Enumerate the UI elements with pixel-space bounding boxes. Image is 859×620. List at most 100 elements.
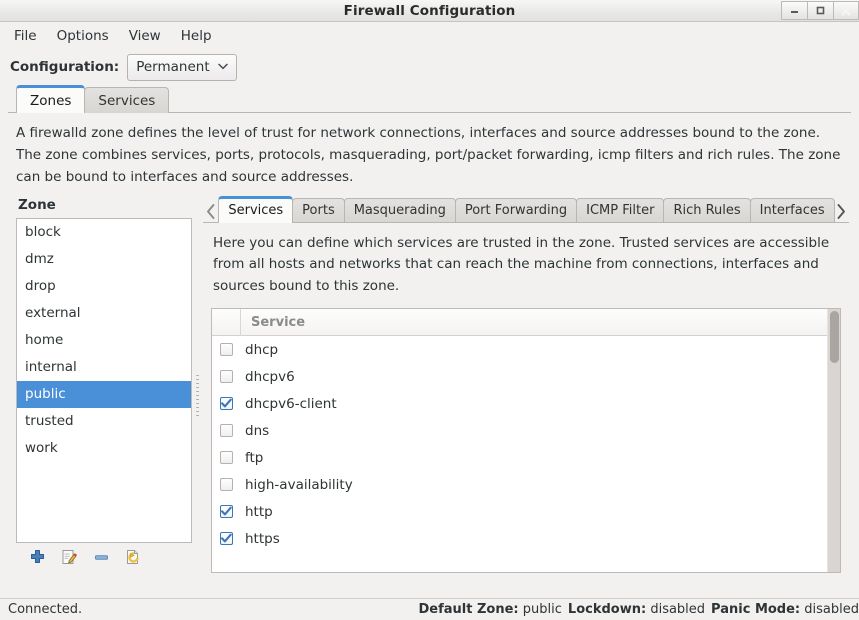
remove-zone-icon[interactable] [92, 549, 110, 567]
main-tabbar: Zones Services [8, 85, 851, 113]
window-title: Firewall Configuration [344, 3, 516, 19]
zone-item-label: internal [25, 359, 77, 375]
checkbox-unchecked-icon[interactable] [220, 478, 233, 491]
service-checkbox-cell[interactable] [212, 397, 241, 410]
service-checkbox-cell[interactable] [212, 424, 241, 437]
checkbox-unchecked-icon[interactable] [220, 424, 233, 437]
maximize-icon [816, 6, 825, 15]
checkbox-checked-icon[interactable] [220, 397, 233, 410]
main-notebook: Zones Services A firewalld zone defines … [8, 85, 851, 580]
zone-item-external[interactable]: external [17, 300, 191, 327]
table-row[interactable]: dhcpv6-client [212, 390, 827, 417]
table-row[interactable]: https [212, 525, 827, 552]
close-button[interactable] [833, 1, 859, 20]
splitter-grip-icon [196, 375, 199, 419]
lockdown-status: Lockdown: disabled [568, 602, 705, 617]
zone-item-public[interactable]: public [17, 381, 191, 408]
tab-rich-rules[interactable]: Rich Rules [663, 198, 750, 223]
default-zone-value: public [523, 602, 562, 617]
table-row[interactable]: dhcpv6 [212, 363, 827, 390]
tab-zones-label: Zones [30, 93, 71, 109]
services-panel: Here you can define which services are t… [203, 222, 849, 573]
panic-mode-value: disabled [804, 602, 859, 617]
add-zone-icon[interactable] [28, 549, 46, 567]
zone-detail-tabbar: Services Ports Masquerading Port Forward… [203, 195, 849, 223]
checkbox-unchecked-icon[interactable] [220, 451, 233, 464]
tab-ports[interactable]: Ports [292, 198, 345, 223]
zone-list[interactable]: block dmz drop external home internal pu… [16, 218, 192, 543]
tab-port-forwarding-label: Port Forwarding [465, 203, 567, 218]
table-row[interactable]: high-availability [212, 471, 827, 498]
panic-mode-label: Panic Mode: [711, 602, 800, 617]
service-checkbox-cell[interactable] [212, 505, 241, 518]
load-zone-defaults-icon[interactable] [124, 549, 142, 567]
service-checkbox-cell[interactable] [212, 451, 241, 464]
services-scrollbar-thumb[interactable] [830, 311, 839, 363]
service-name: ftp [241, 450, 263, 466]
tab-ports-label: Ports [302, 203, 335, 218]
tab-services-top[interactable]: Services [84, 87, 169, 113]
status-summary: Default Zone: public Lockdown: disabled … [419, 602, 859, 617]
menu-item-view[interactable]: View [119, 25, 171, 47]
zone-item-block[interactable]: block [17, 219, 191, 246]
service-checkbox-cell[interactable] [212, 370, 241, 383]
connection-status: Connected. [0, 602, 82, 617]
table-row[interactable]: http [212, 498, 827, 525]
tab-port-forwarding[interactable]: Port Forwarding [455, 198, 577, 223]
configuration-select[interactable]: Permanent [127, 54, 236, 81]
zone-item-trusted[interactable]: trusted [17, 408, 191, 435]
configuration-label: Configuration: [10, 59, 119, 75]
chevron-left-icon[interactable] [203, 203, 218, 223]
zone-item-label: dmz [25, 251, 54, 267]
minimize-button[interactable] [781, 1, 807, 20]
table-row[interactable]: dns [212, 417, 827, 444]
checkbox-checked-icon[interactable] [220, 505, 233, 518]
checkbox-unchecked-icon[interactable] [220, 370, 233, 383]
edit-zone-icon[interactable] [60, 549, 78, 567]
zone-item-home[interactable]: home [17, 327, 191, 354]
service-name: dns [241, 423, 269, 439]
close-icon [841, 6, 851, 16]
minimize-icon [790, 6, 799, 15]
zone-detail-pane: Services Ports Masquerading Port Forward… [203, 195, 849, 573]
configuration-select-value: Permanent [136, 59, 209, 75]
service-name: dhcpv6 [241, 369, 295, 385]
default-zone-label: Default Zone: [419, 602, 519, 617]
zone-description: A firewalld zone defines the level of tr… [8, 113, 851, 195]
zone-item-label: home [25, 332, 63, 348]
service-checkbox-cell[interactable] [212, 343, 241, 356]
menu-item-help[interactable]: Help [171, 25, 222, 47]
services-table-header: Service [212, 309, 827, 336]
checkbox-unchecked-icon[interactable] [220, 343, 233, 356]
maximize-button[interactable] [807, 1, 833, 20]
table-row[interactable]: ftp [212, 444, 827, 471]
chevron-right-icon[interactable] [834, 203, 849, 223]
tab-services[interactable]: Services [218, 196, 293, 223]
tab-interfaces[interactable]: Interfaces [750, 198, 835, 223]
zones-paned: Zone block dmz drop external home intern… [8, 195, 851, 573]
zone-item-dmz[interactable]: dmz [17, 246, 191, 273]
header-checkbox-column [212, 309, 241, 336]
zone-item-work[interactable]: work [17, 435, 191, 462]
tab-zones[interactable]: Zones [16, 85, 85, 113]
zone-item-label: public [25, 386, 66, 402]
services-table-body: dhcp dhcpv6 [212, 336, 827, 571]
tab-services-label: Services [228, 203, 283, 218]
service-name: high-availability [241, 477, 353, 493]
tab-masquerading[interactable]: Masquerading [344, 198, 456, 223]
menu-item-options[interactable]: Options [47, 25, 119, 47]
tab-masquerading-label: Masquerading [354, 203, 446, 218]
menu-bar: File Options View Help [0, 22, 859, 49]
service-checkbox-cell[interactable] [212, 532, 241, 545]
services-scrollbar[interactable] [827, 309, 840, 571]
zone-item-drop[interactable]: drop [17, 273, 191, 300]
pane-splitter[interactable] [192, 195, 203, 573]
service-checkbox-cell[interactable] [212, 478, 241, 491]
tab-interfaces-label: Interfaces [760, 203, 825, 218]
table-row[interactable]: dhcp [212, 336, 827, 363]
tab-services-top-label: Services [98, 93, 155, 109]
checkbox-checked-icon[interactable] [220, 532, 233, 545]
menu-item-file[interactable]: File [4, 25, 47, 47]
zone-item-internal[interactable]: internal [17, 354, 191, 381]
tab-icmp-filter[interactable]: ICMP Filter [576, 198, 664, 223]
